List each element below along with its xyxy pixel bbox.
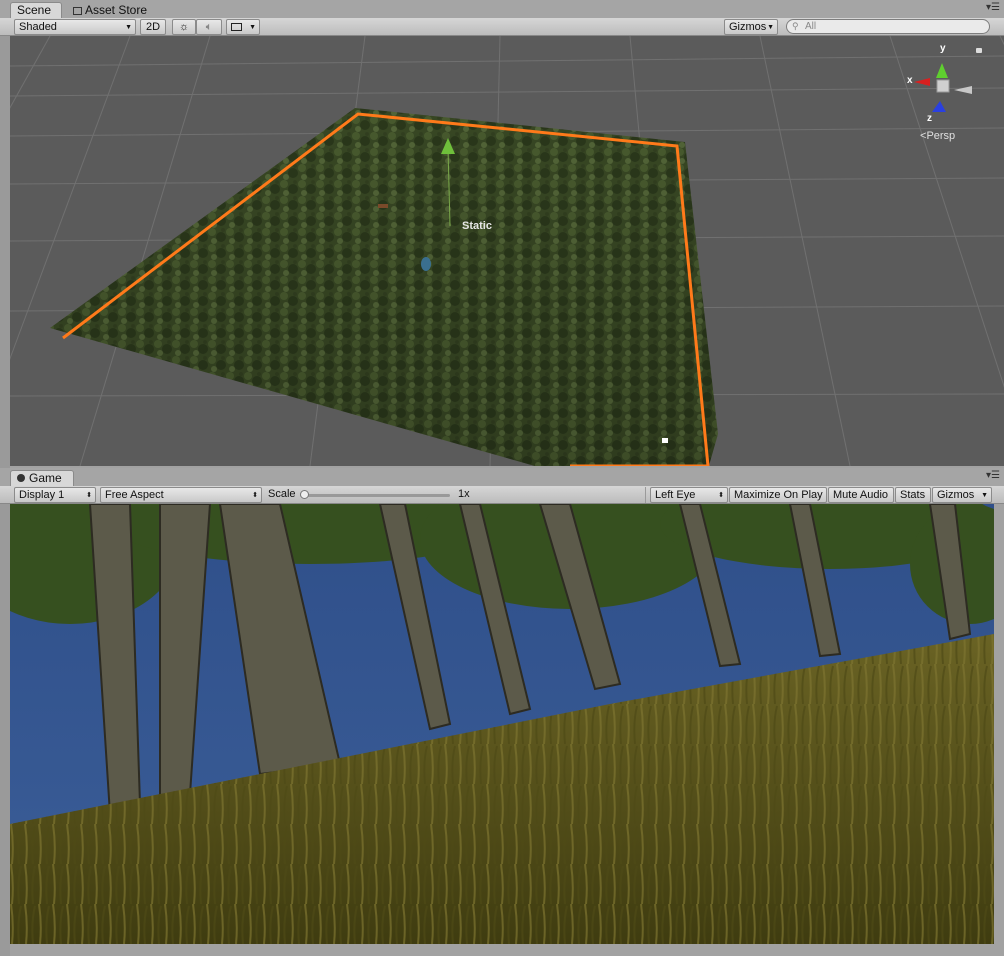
tab-asset-store[interactable]: Asset Store — [66, 2, 162, 18]
game-tab-label: Game — [29, 471, 62, 485]
2d-toggle-label: 2D — [145, 21, 161, 33]
projection-toggle[interactable]: <Persp — [920, 130, 955, 142]
effects-dropdown[interactable]: ▼ — [226, 19, 260, 35]
tab-scene[interactable]: Scene — [10, 2, 62, 18]
audio-toggle-button[interactable]: 🔈︎ — [196, 19, 222, 35]
tab-menu-icon[interactable]: ▾☰ — [986, 470, 1000, 481]
game-toolbar: Display 1 ⬍ Free Aspect ⬍ Scale 1x Left … — [0, 486, 1004, 504]
camera-icon — [662, 438, 668, 443]
chevron-updown-icon: ⬍ — [252, 492, 258, 499]
scene-panel: Scene Asset Store ▾☰ Shaded ▼ 2D ☼ 🔈︎ ▼ … — [0, 0, 1004, 468]
tab-game[interactable]: Game — [10, 470, 74, 486]
chevron-updown-icon: ⬍ — [86, 492, 92, 499]
lock-icon[interactable] — [976, 48, 982, 53]
gizmo-z-label: z — [927, 113, 932, 124]
chevron-down-icon: ▼ — [125, 24, 132, 31]
left-edge-strip — [0, 36, 10, 468]
game-icon — [17, 474, 25, 482]
aspect-dropdown[interactable]: Free Aspect ⬍ — [100, 487, 262, 503]
game-viewport[interactable] — [10, 504, 994, 944]
lighting-toggle-button[interactable]: ☼ — [172, 19, 196, 35]
game-tabbar: Game ▾☰ — [0, 468, 1004, 486]
orientation-gizmo[interactable] — [914, 63, 972, 112]
scale-value: 1x — [458, 488, 470, 500]
scale-slider-thumb[interactable] — [300, 490, 309, 499]
game-gizmos-dropdown[interactable]: Gizmos ▼ — [932, 487, 992, 503]
gizmos-label: Gizmos — [729, 21, 767, 33]
terrain-selection[interactable] — [50, 108, 718, 466]
scene-view-canvas — [10, 36, 1004, 466]
game-view-canvas — [10, 504, 994, 944]
stats-label: Stats — [900, 489, 926, 501]
maximize-on-play-toggle[interactable]: Maximize On Play — [729, 487, 827, 503]
chevron-updown-icon: ⬍ — [718, 492, 724, 499]
game-panel: Game ▾☰ Display 1 ⬍ Free Aspect ⬍ Scale … — [0, 468, 1004, 956]
scene-viewport[interactable]: Static y x z <Persp — [10, 36, 1004, 466]
search-placeholder: All — [805, 21, 817, 32]
eye-dropdown[interactable]: Left Eye ⬍ — [650, 487, 728, 503]
scene-tab-label: Scene — [17, 3, 52, 17]
gizmo-x-label: x — [907, 75, 913, 86]
display-dropdown[interactable]: Display 1 ⬍ — [14, 487, 96, 503]
chevron-down-icon: ▼ — [249, 24, 256, 31]
shading-mode-label: Shaded — [19, 21, 57, 33]
chevron-down-icon: ▼ — [767, 24, 774, 31]
asset-store-tab-label: Asset Store — [85, 3, 148, 17]
speaker-icon: 🔈︎ — [205, 21, 213, 33]
scene-toolbar: Shaded ▼ 2D ☼ 🔈︎ ▼ Gizmos ▼ ⚲ All — [0, 18, 1004, 36]
mute-audio-toggle[interactable]: Mute Audio — [828, 487, 894, 503]
scale-control: Scale 1x — [264, 487, 646, 503]
sun-icon: ☼ — [178, 21, 190, 33]
static-overlay-label: Static — [462, 220, 492, 232]
scale-slider-track[interactable] — [300, 494, 450, 497]
maximize-label: Maximize On Play — [734, 489, 823, 501]
tab-menu-icon[interactable]: ▾☰ — [986, 2, 1000, 13]
search-icon: ⚲ — [792, 21, 799, 31]
stats-toggle[interactable]: Stats — [895, 487, 931, 503]
scene-tabbar: Scene Asset Store ▾☰ — [0, 0, 1004, 18]
2d-toggle-button[interactable]: 2D — [140, 19, 166, 35]
shading-mode-dropdown[interactable]: Shaded ▼ — [14, 19, 136, 35]
scale-label: Scale — [268, 488, 296, 500]
left-edge-strip — [0, 504, 10, 956]
display-label: Display 1 — [19, 489, 65, 501]
gizmo-y-label: y — [940, 43, 946, 54]
store-icon — [73, 7, 82, 15]
image-icon — [231, 23, 242, 31]
projection-label: Persp — [926, 130, 956, 142]
mute-label: Mute Audio — [833, 489, 889, 501]
chevron-down-icon: ▼ — [981, 492, 988, 499]
gizmos-dropdown[interactable]: Gizmos ▼ — [724, 19, 778, 35]
aspect-label: Free Aspect — [105, 489, 164, 501]
scene-search-input[interactable]: ⚲ All — [786, 19, 990, 34]
eye-label: Left Eye — [655, 489, 696, 501]
game-gizmos-label: Gizmos — [937, 489, 975, 501]
